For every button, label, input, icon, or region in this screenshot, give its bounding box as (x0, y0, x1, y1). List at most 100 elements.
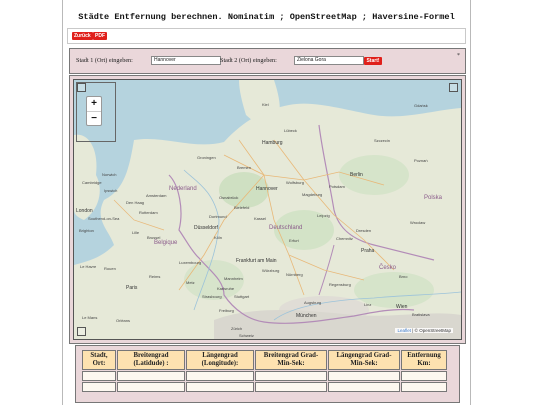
city-label: Magdeburg (302, 192, 323, 197)
city-label: Osnabrück (219, 195, 239, 200)
col-header-distance: Entfernung Km: (401, 350, 447, 370)
city-form: Stadt 1 (Ort) eingeben: Hannover Stadt 2… (69, 48, 466, 74)
table-cell (255, 382, 327, 392)
city-label: Hannover (256, 186, 278, 192)
city-label: Wien (396, 304, 408, 310)
city1-label: Stadt 1 (Ort) eingeben: (76, 57, 133, 64)
page-title: Städte Entfernung berechnen. Nominatim ;… (78, 12, 455, 22)
table-cell (117, 371, 185, 381)
zoom-in-button[interactable]: + (87, 97, 101, 112)
table-cell (255, 371, 327, 381)
city-label: Bielefeld (234, 205, 250, 210)
city-label: Düsseldorf (194, 225, 218, 231)
city-label: Stuttgart (234, 294, 250, 299)
city-label: Le Havre (80, 264, 97, 269)
country-label: Belgique (154, 240, 178, 246)
city-label: Regensburg (329, 282, 351, 287)
table-row (82, 371, 447, 381)
col-header-lon-dms: Längengrad Grad-Min-Sek: (328, 350, 400, 370)
city-label: Groningen (197, 155, 216, 160)
table-cell (117, 382, 185, 392)
corner-handle-top-left[interactable] (77, 83, 86, 92)
city2-input[interactable]: Zielona Gora (294, 56, 364, 65)
leaflet-link[interactable]: Leaflet (397, 328, 411, 333)
map-attribution: Leaflet | © OpenStreetMap (395, 328, 453, 333)
city-label: Linz (364, 302, 372, 307)
city-label: Gdańsk (414, 103, 428, 108)
city-label: Brno (399, 274, 408, 279)
city-label: Nürnberg (286, 272, 303, 277)
city-label: Köln (214, 235, 223, 240)
table-header-row: Stadt, Ort: Breitengrad (Latidude) : Län… (82, 350, 447, 370)
city-label: Paris (126, 285, 138, 291)
city-label: Le Mans (82, 315, 98, 320)
col-header-longitude: Längengrad (Longitude): (186, 350, 254, 370)
city-label: Lübeck (284, 128, 297, 133)
city-label: Southend-on-Sea (88, 216, 120, 221)
city-label: Den Haag (126, 200, 145, 205)
country-label: Deutschland (269, 225, 303, 231)
corner-handle-bottom-left[interactable] (77, 327, 86, 336)
city-label: Rotterdam (139, 210, 158, 215)
city1-input[interactable]: Hannover (151, 56, 221, 65)
city-label: Reims (149, 274, 161, 279)
city-label: Praha (361, 248, 375, 254)
city-label: Kiel (262, 102, 269, 107)
city-label: Strasbourg (202, 294, 222, 299)
city-label: München (296, 313, 317, 319)
country-label: Polska (424, 195, 443, 201)
col-header-city: Stadt, Ort: (82, 350, 116, 370)
city-label: Metz (186, 280, 195, 285)
table-cell (401, 371, 447, 381)
city-label: Leipzig (317, 213, 330, 218)
table-cell (401, 382, 447, 392)
city-label: Chemnitz (336, 236, 353, 241)
city-label: Ipswich (104, 188, 118, 193)
table-cell (186, 382, 254, 392)
country-label: Česko (379, 265, 397, 271)
city-label: Zürich (231, 326, 243, 331)
country-label: Nederland (169, 186, 197, 192)
city-label: Orléans (116, 318, 131, 323)
col-header-lat-dms: Breitengrad Grad-Min-Sek: (255, 350, 327, 370)
city-label: Bremen (237, 165, 252, 170)
city-label: Bratislava (412, 312, 430, 317)
start-button[interactable]: Start! (364, 57, 382, 65)
city-label: Dortmund (209, 214, 227, 219)
map-panel: + − Hamburg Bremen Berlin Hannover Amste… (69, 75, 466, 344)
city-label: Brighton (79, 228, 94, 233)
city-label: Wolfsburg (286, 180, 304, 185)
back-button[interactable]: Zurück (72, 32, 93, 40)
city-label: Lille (132, 230, 140, 235)
table-row (82, 382, 447, 392)
page-frame: Städte Entfernung berechnen. Nominatim ;… (62, 0, 471, 405)
city-label: Freiburg (219, 308, 234, 313)
city-label: Würzburg (262, 268, 280, 273)
toolbar: Zurück PDF (67, 28, 466, 44)
city-label: Mannheim (224, 276, 243, 281)
city-label: Schweiz (239, 333, 254, 338)
zoom-out-button[interactable]: − (87, 112, 101, 126)
city-label: Hamburg (262, 140, 283, 146)
table-cell (82, 371, 116, 381)
city2-label: Stadt 2 (Ort) eingeben: (220, 57, 277, 64)
city-label: Augsburg (304, 300, 322, 305)
city-label: Cambridge (82, 180, 102, 185)
required-star: * (457, 53, 460, 59)
table-cell (82, 382, 116, 392)
corner-handle-top-right[interactable] (449, 83, 458, 92)
map-view[interactable]: + − Hamburg Bremen Berlin Hannover Amste… (73, 79, 462, 340)
city-label: Frankfurt am Main (236, 258, 277, 264)
city-label: Szczecin (374, 138, 391, 143)
pdf-button[interactable]: PDF (93, 32, 107, 40)
city-label: Kassel (254, 216, 267, 221)
city-label: Potsdam (329, 184, 345, 189)
city-label: Karlsruhe (217, 286, 235, 291)
city-label: Berlin (350, 172, 363, 178)
results-panel: Stadt, Ort: Breitengrad (Latidude) : Län… (75, 345, 460, 403)
city-label: Rouen (104, 266, 116, 271)
city-label: London (76, 208, 93, 214)
city-label: Amsterdam (146, 193, 167, 198)
map-tiles (74, 80, 461, 339)
city-label: Wrocław (410, 220, 426, 225)
